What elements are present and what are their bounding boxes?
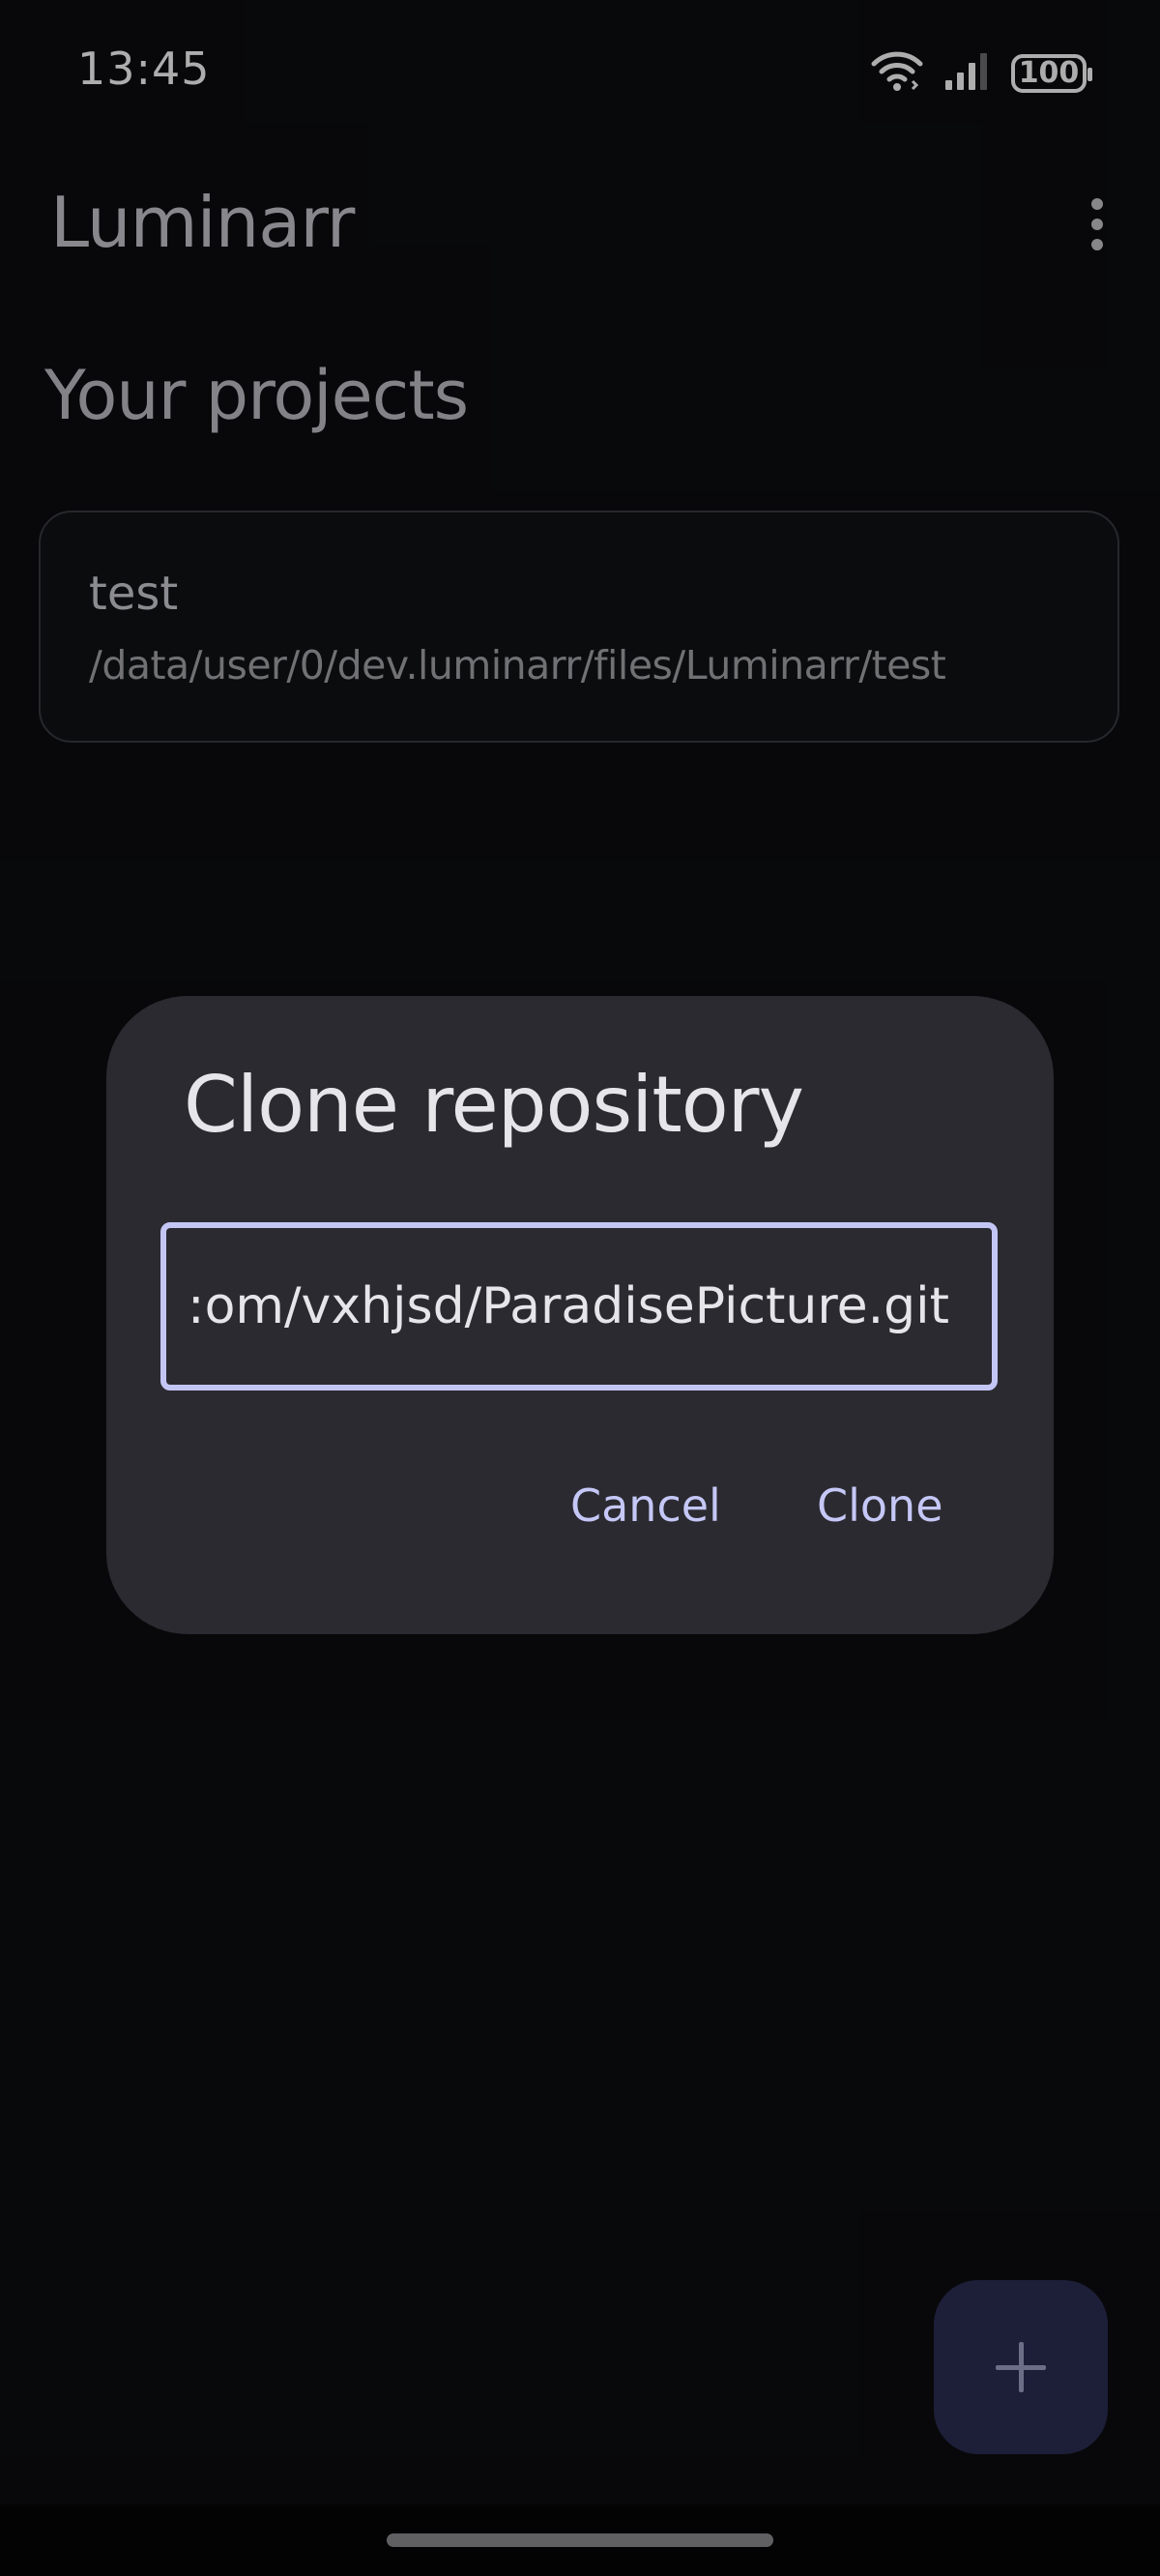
cancel-button[interactable]: Cancel xyxy=(570,1479,721,1532)
clone-button[interactable]: Clone xyxy=(817,1479,943,1532)
dialog-title: Clone repository xyxy=(184,1060,804,1150)
screen: 13:45 100 Luminarr Your projects test /d… xyxy=(0,0,1160,2576)
repository-url-value: :om/vxhjsd/ParadisePicture.git xyxy=(188,1277,949,1335)
repository-url-field[interactable]: :om/vxhjsd/ParadisePicture.git xyxy=(160,1222,998,1390)
clone-repository-dialog: Clone repository :om/vxhjsd/ParadisePict… xyxy=(106,996,1054,1634)
